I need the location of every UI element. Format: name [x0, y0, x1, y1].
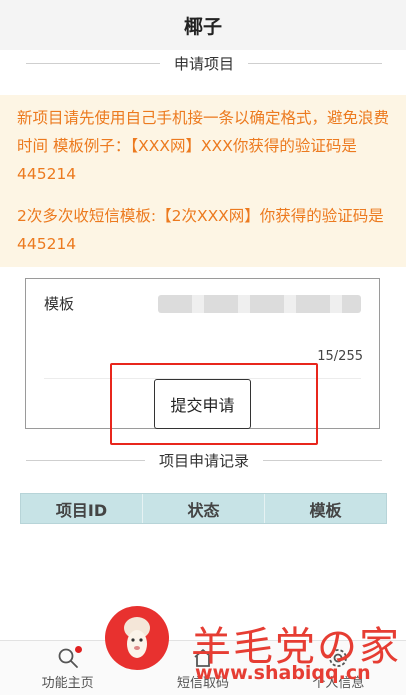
bottom-tab-bar: 功能主页 短信取码 个人信息 [0, 640, 406, 695]
section-apply-divider: 申请项目 [26, 51, 383, 75]
section-apply-title: 申请项目 [174, 54, 235, 73]
tab-home-label: 功能主页 [41, 676, 94, 691]
tab-sms-label: 短信取码 [176, 676, 229, 691]
notice-text-1: 新项目请先使用自己手机接一条以确定格式，避免浪费时间 模板例子：【XXX网】XX… [17, 109, 390, 183]
section-records-title: 项目申请记录 [159, 451, 250, 470]
tab-home[interactable]: 功能主页 [0, 641, 135, 695]
highlight-box [110, 363, 318, 445]
column-header-status: 状态 [143, 494, 265, 523]
app-header: 椰子 [0, 0, 406, 50]
divider-line [26, 459, 145, 461]
gear-icon [326, 646, 350, 670]
home-icon [191, 646, 215, 670]
template-input[interactable] [158, 295, 361, 313]
tab-profile-label: 个人信息 [312, 676, 365, 691]
records-table-header: 项目ID 状态 模板 [20, 493, 387, 524]
notification-dot [74, 646, 82, 653]
divider-line [26, 62, 160, 64]
page-title: 椰子 [183, 15, 222, 38]
char-counter: 15/255 [317, 349, 363, 364]
notice-text-2: 2次多次收短信模板:【2次XXX网】你获得的验证码是445214 [17, 207, 384, 253]
tab-sms[interactable]: 短信取码 [135, 641, 270, 695]
tab-profile[interactable]: 个人信息 [271, 641, 406, 695]
notice-panel: 新项目请先使用自己手机接一条以确定格式，避免浪费时间 模板例子：【XXX网】XX… [0, 95, 406, 267]
divider-line [248, 62, 383, 64]
divider-line [263, 459, 383, 461]
template-label: 模板 [44, 295, 75, 313]
column-header-project-id: 项目ID [21, 494, 143, 523]
column-header-template: 模板 [309, 500, 342, 520]
search-icon [56, 646, 82, 670]
section-records-divider: 项目申请记录 [26, 448, 383, 472]
